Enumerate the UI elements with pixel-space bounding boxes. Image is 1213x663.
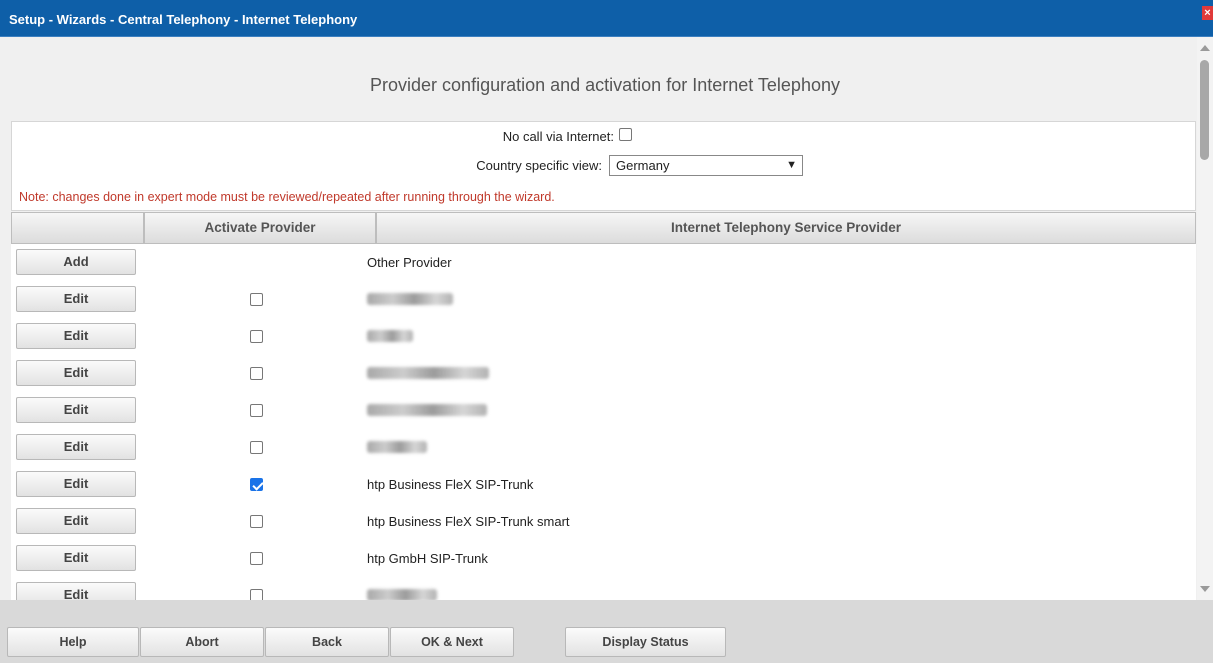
table-row: Edit bbox=[11, 318, 1196, 355]
expert-mode-note: Note: changes done in expert mode must b… bbox=[19, 190, 555, 204]
country-value: Germany bbox=[616, 158, 670, 173]
edit-provider-button[interactable]: Edit bbox=[16, 323, 136, 349]
display-status-button[interactable]: Display Status bbox=[565, 627, 726, 657]
activate-provider-checkbox[interactable] bbox=[250, 367, 263, 380]
country-row: Country specific view: Germany ▼ bbox=[12, 154, 1197, 176]
edit-provider-button[interactable]: Edit bbox=[16, 471, 136, 497]
scrollbar[interactable] bbox=[1197, 37, 1213, 600]
no-call-label: No call via Internet: bbox=[502, 129, 614, 144]
chevron-down-icon: ▼ bbox=[786, 159, 797, 171]
header-provider-name[interactable]: Internet Telephony Service Provider bbox=[376, 212, 1196, 244]
edit-provider-button[interactable]: Edit bbox=[16, 545, 136, 571]
country-label: Country specific view: bbox=[476, 158, 602, 173]
redacted-provider-name bbox=[367, 441, 427, 453]
country-select[interactable]: Germany ▼ bbox=[609, 155, 803, 176]
activate-provider-checkbox[interactable] bbox=[250, 404, 263, 417]
header-action bbox=[11, 212, 144, 244]
activate-provider-checkbox[interactable] bbox=[250, 515, 263, 528]
ok-next-button[interactable]: OK & Next bbox=[390, 627, 514, 657]
edit-provider-button[interactable]: Edit bbox=[16, 360, 136, 386]
no-call-checkbox[interactable] bbox=[619, 128, 632, 141]
provider-table: Activate Provider Internet Telephony Ser… bbox=[11, 212, 1196, 608]
redacted-provider-name bbox=[367, 367, 489, 379]
redacted-provider-name bbox=[367, 293, 453, 305]
table-row: Add Other Provider bbox=[11, 244, 1196, 281]
activate-provider-checkbox[interactable] bbox=[250, 478, 263, 491]
edit-provider-button[interactable]: Edit bbox=[16, 397, 136, 423]
activate-provider-checkbox[interactable] bbox=[250, 293, 263, 306]
back-button[interactable]: Back bbox=[265, 627, 389, 657]
add-provider-button[interactable]: Add bbox=[16, 249, 136, 275]
activate-provider-checkbox[interactable] bbox=[250, 441, 263, 454]
abort-button[interactable]: Abort bbox=[140, 627, 264, 657]
table-row: Edit htp Business FleX SIP-Trunk bbox=[11, 466, 1196, 503]
close-icon[interactable]: × bbox=[1202, 6, 1213, 20]
table-row: Edit bbox=[11, 429, 1196, 466]
table-row: Edit bbox=[11, 281, 1196, 318]
activate-provider-checkbox[interactable] bbox=[250, 552, 263, 565]
provider-name: htp GmbH SIP-Trunk bbox=[367, 551, 488, 566]
provider-name: htp Business FleX SIP-Trunk smart bbox=[367, 514, 570, 529]
title-bar: Setup - Wizards - Central Telephony - In… bbox=[0, 0, 1213, 37]
scroll-thumb[interactable] bbox=[1200, 60, 1209, 160]
table-row: Edit bbox=[11, 355, 1196, 392]
edit-provider-button[interactable]: Edit bbox=[16, 286, 136, 312]
window-title: Setup - Wizards - Central Telephony - In… bbox=[9, 12, 358, 27]
edit-provider-button[interactable]: Edit bbox=[16, 508, 136, 534]
redacted-provider-name bbox=[367, 404, 487, 416]
redacted-provider-name bbox=[367, 330, 413, 342]
settings-panel: No call via Internet: Country specific v… bbox=[11, 121, 1196, 211]
table-row: Edit htp GmbH SIP-Trunk bbox=[11, 540, 1196, 577]
provider-name: htp Business FleX SIP-Trunk bbox=[367, 477, 534, 492]
edit-provider-button[interactable]: Edit bbox=[16, 434, 136, 460]
footer-toolbar: Help Abort Back OK & Next Display Status bbox=[0, 600, 1213, 663]
help-button[interactable]: Help bbox=[7, 627, 139, 657]
scroll-down-icon[interactable] bbox=[1200, 586, 1210, 592]
table-row: Edit htp Business FleX SIP-Trunk smart bbox=[11, 503, 1196, 540]
page-title: Provider configuration and activation fo… bbox=[370, 75, 840, 95]
header-activate-provider[interactable]: Activate Provider bbox=[144, 212, 376, 244]
activate-provider-checkbox[interactable] bbox=[250, 330, 263, 343]
provider-name: Other Provider bbox=[367, 255, 452, 270]
no-call-row: No call via Internet: bbox=[12, 126, 1197, 146]
table-row: Edit bbox=[11, 392, 1196, 429]
scroll-up-icon[interactable] bbox=[1200, 45, 1210, 51]
